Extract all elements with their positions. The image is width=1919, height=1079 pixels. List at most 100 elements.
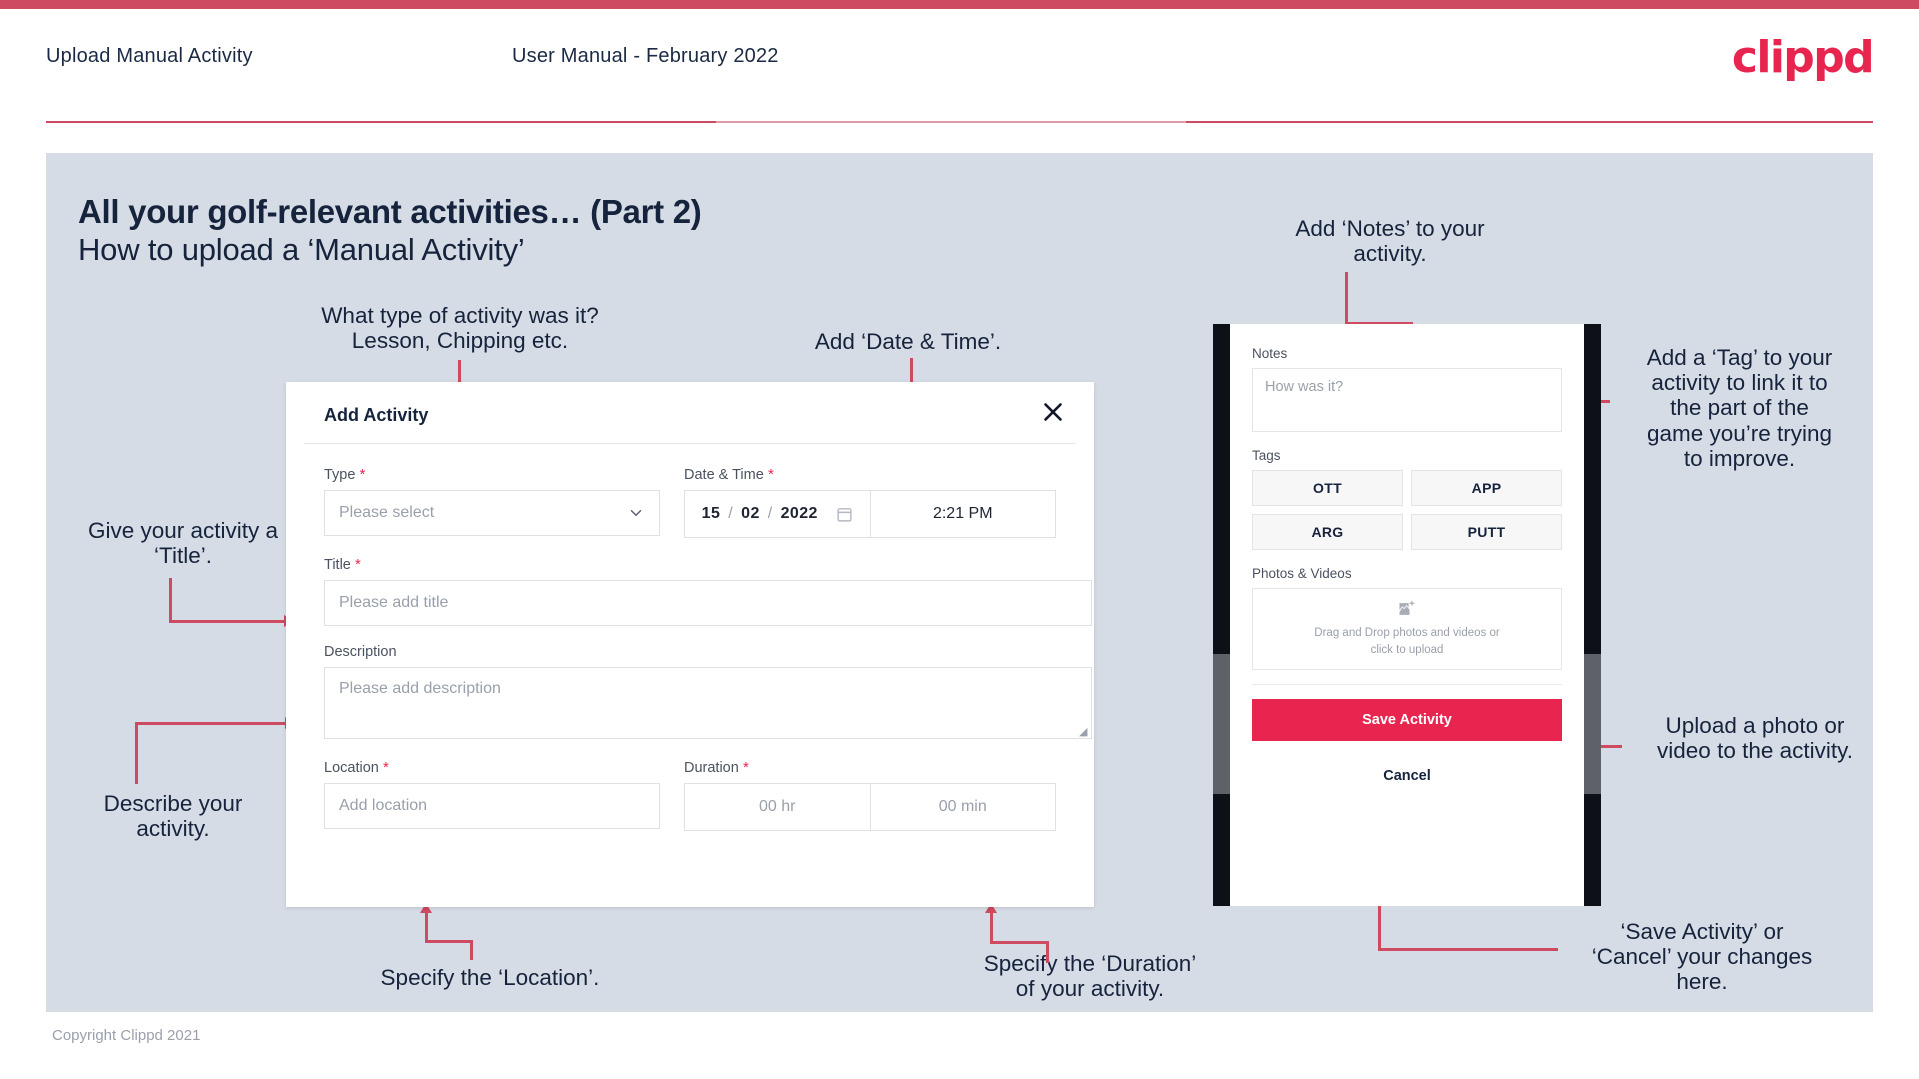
date-sep-1: / (728, 505, 734, 522)
add-activity-modal: Add Activity Type * Please select Date &… (286, 382, 1094, 907)
location-input[interactable]: Add location (324, 783, 660, 829)
tag-button-putt[interactable]: PUTT (1411, 514, 1562, 550)
required-marker: * (355, 466, 366, 483)
tag-button-arg[interactable]: ARG (1252, 514, 1403, 550)
slide-subtitle: How to upload a ‘Manual Activity’ (78, 232, 525, 267)
annotation-type: What type of activity was it? Lesson, Ch… (321, 303, 599, 354)
field-label-date-time: Date & Time * (684, 466, 1056, 483)
duration-hours-input[interactable]: 00 hr (685, 784, 871, 830)
date-year: 2022 (780, 505, 818, 522)
type-select-placeholder: Please select (339, 504, 435, 521)
header-divider-left (46, 121, 716, 123)
field-title: Title * Please add title (324, 556, 1092, 626)
form-row-type-datetime: Type * Please select Date & Time * 15 / … (324, 466, 1056, 538)
cancel-button[interactable]: Cancel (1252, 755, 1562, 797)
header-title: Upload Manual Activity (46, 45, 253, 67)
notes-label: Notes (1252, 346, 1288, 361)
annotation-date-time: Add ‘Date & Time’. (814, 329, 1002, 354)
phone-bezel-left (1213, 324, 1230, 906)
time-input[interactable]: 2:21 PM (871, 491, 1056, 537)
modal-header: Add Activity (304, 382, 1076, 444)
top-accent-bar (0, 0, 1919, 9)
modal-body: Type * Please select Date & Time * 15 / … (286, 444, 1094, 831)
phone-bezel-right (1584, 324, 1601, 906)
field-label-type-text: Type (324, 467, 356, 483)
connector-title-v (169, 578, 172, 622)
connector-dur-h1 (990, 941, 1048, 944)
field-label-duration-text: Duration (684, 760, 739, 776)
resize-handle-icon[interactable]: ◢ (1079, 727, 1089, 738)
description-placeholder: Please add description (339, 680, 501, 697)
connector-dur-v1 (990, 912, 993, 944)
duration-minutes-input[interactable]: 00 min (871, 784, 1056, 830)
notes-placeholder: How was it? (1265, 379, 1344, 395)
slide-title: All your golf-relevant activities… (Part… (78, 193, 702, 230)
required-marker: * (350, 556, 361, 573)
annotation-location: Specify the ‘Location’. (380, 965, 600, 990)
field-label-title: Title * (324, 556, 1056, 573)
field-label-date-time-text: Date & Time (684, 467, 764, 483)
date-day: 15 (701, 505, 721, 522)
close-icon[interactable] (1038, 397, 1068, 427)
annotation-duration: Specify the ‘Duration’ of your activity. (983, 951, 1197, 1002)
connector-desc-v (135, 722, 138, 784)
connector-save-h1 (1378, 948, 1558, 951)
date-sep-2: / (767, 505, 773, 522)
phone-divider (1252, 684, 1562, 685)
field-date-time: Date & Time * 15 / 02 / 2022 2:21 PM (684, 466, 1056, 538)
description-textarea[interactable]: Please add description ◢ (324, 667, 1092, 739)
title-input[interactable]: Please add title (324, 580, 1092, 626)
mobile-preview: Notes How was it? Tags OTT APP ARG PUTT … (1213, 324, 1601, 906)
photo-dropzone[interactable]: Drag and Drop photos and videos or click… (1252, 588, 1562, 670)
tags-grid: OTT APP ARG PUTT (1252, 470, 1562, 550)
date-input[interactable]: 15 / 02 / 2022 (685, 491, 871, 537)
field-label-location: Location * (324, 759, 660, 776)
modal-title: Add Activity (324, 405, 429, 425)
connector-loc-h1 (425, 940, 473, 943)
annotation-save-cancel: ‘Save Activity’ or ‘Cancel’ your changes… (1591, 919, 1813, 995)
connector-loc-v2 (470, 940, 473, 960)
header-divider-right (1186, 121, 1873, 123)
required-marker: * (378, 759, 389, 776)
field-label-title-text: Title (324, 557, 351, 573)
tag-button-app[interactable]: APP (1411, 470, 1562, 506)
type-select[interactable]: Please select (324, 490, 660, 536)
header-divider-mid (716, 121, 1186, 123)
required-marker: * (763, 466, 774, 483)
duration-group: 00 hr 00 min (684, 783, 1056, 831)
dropzone-text: Drag and Drop photos and videos or click… (1314, 625, 1499, 660)
phone-bezel-left-grey (1213, 654, 1230, 794)
connector-notes-v1 (1345, 272, 1348, 324)
annotation-description: Describe your activity. (103, 791, 243, 842)
dropzone-line-2: click to upload (1370, 644, 1444, 656)
annotation-notes: Add ‘Notes’ to your activity. (1295, 216, 1485, 267)
field-duration: Duration * 00 hr 00 min (684, 759, 1056, 831)
tag-button-ott[interactable]: OTT (1252, 470, 1403, 506)
annotation-tag: Add a ‘Tag’ to your activity to link it … (1646, 345, 1833, 471)
photos-label: Photos & Videos (1252, 566, 1352, 581)
date-time-group: 15 / 02 / 2022 2:21 PM (684, 490, 1056, 538)
field-label-duration: Duration * (684, 759, 1056, 776)
footer-copyright: Copyright Clippd 2021 (52, 1027, 201, 1044)
tags-label: Tags (1252, 448, 1281, 463)
connector-desc-h (135, 722, 287, 725)
annotation-upload: Upload a photo or video to the activity. (1657, 713, 1853, 764)
field-label-description: Description (324, 644, 397, 660)
field-description: Description Please add description ◢ (324, 644, 1092, 739)
annotation-title-field: Give your activity a ‘Title’. (87, 518, 279, 569)
required-marker: * (738, 759, 749, 776)
phone-screen: Notes How was it? Tags OTT APP ARG PUTT … (1230, 324, 1584, 906)
notes-textarea[interactable]: How was it? (1252, 368, 1562, 432)
add-image-icon (1397, 599, 1417, 619)
save-activity-button[interactable]: Save Activity (1252, 699, 1562, 741)
slide-page: Upload Manual Activity User Manual - Feb… (0, 0, 1919, 1079)
field-location: Location * Add location (324, 759, 660, 831)
chevron-down-icon (627, 504, 645, 522)
dropzone-line-1: Drag and Drop photos and videos or (1314, 626, 1500, 639)
field-label-type: Type * (324, 466, 660, 483)
header-subtitle: User Manual - February 2022 (512, 45, 779, 67)
phone-bezel-right-grey (1584, 654, 1601, 794)
calendar-icon[interactable] (836, 506, 853, 523)
field-label-location-text: Location (324, 760, 379, 776)
connector-loc-v1 (425, 912, 428, 942)
